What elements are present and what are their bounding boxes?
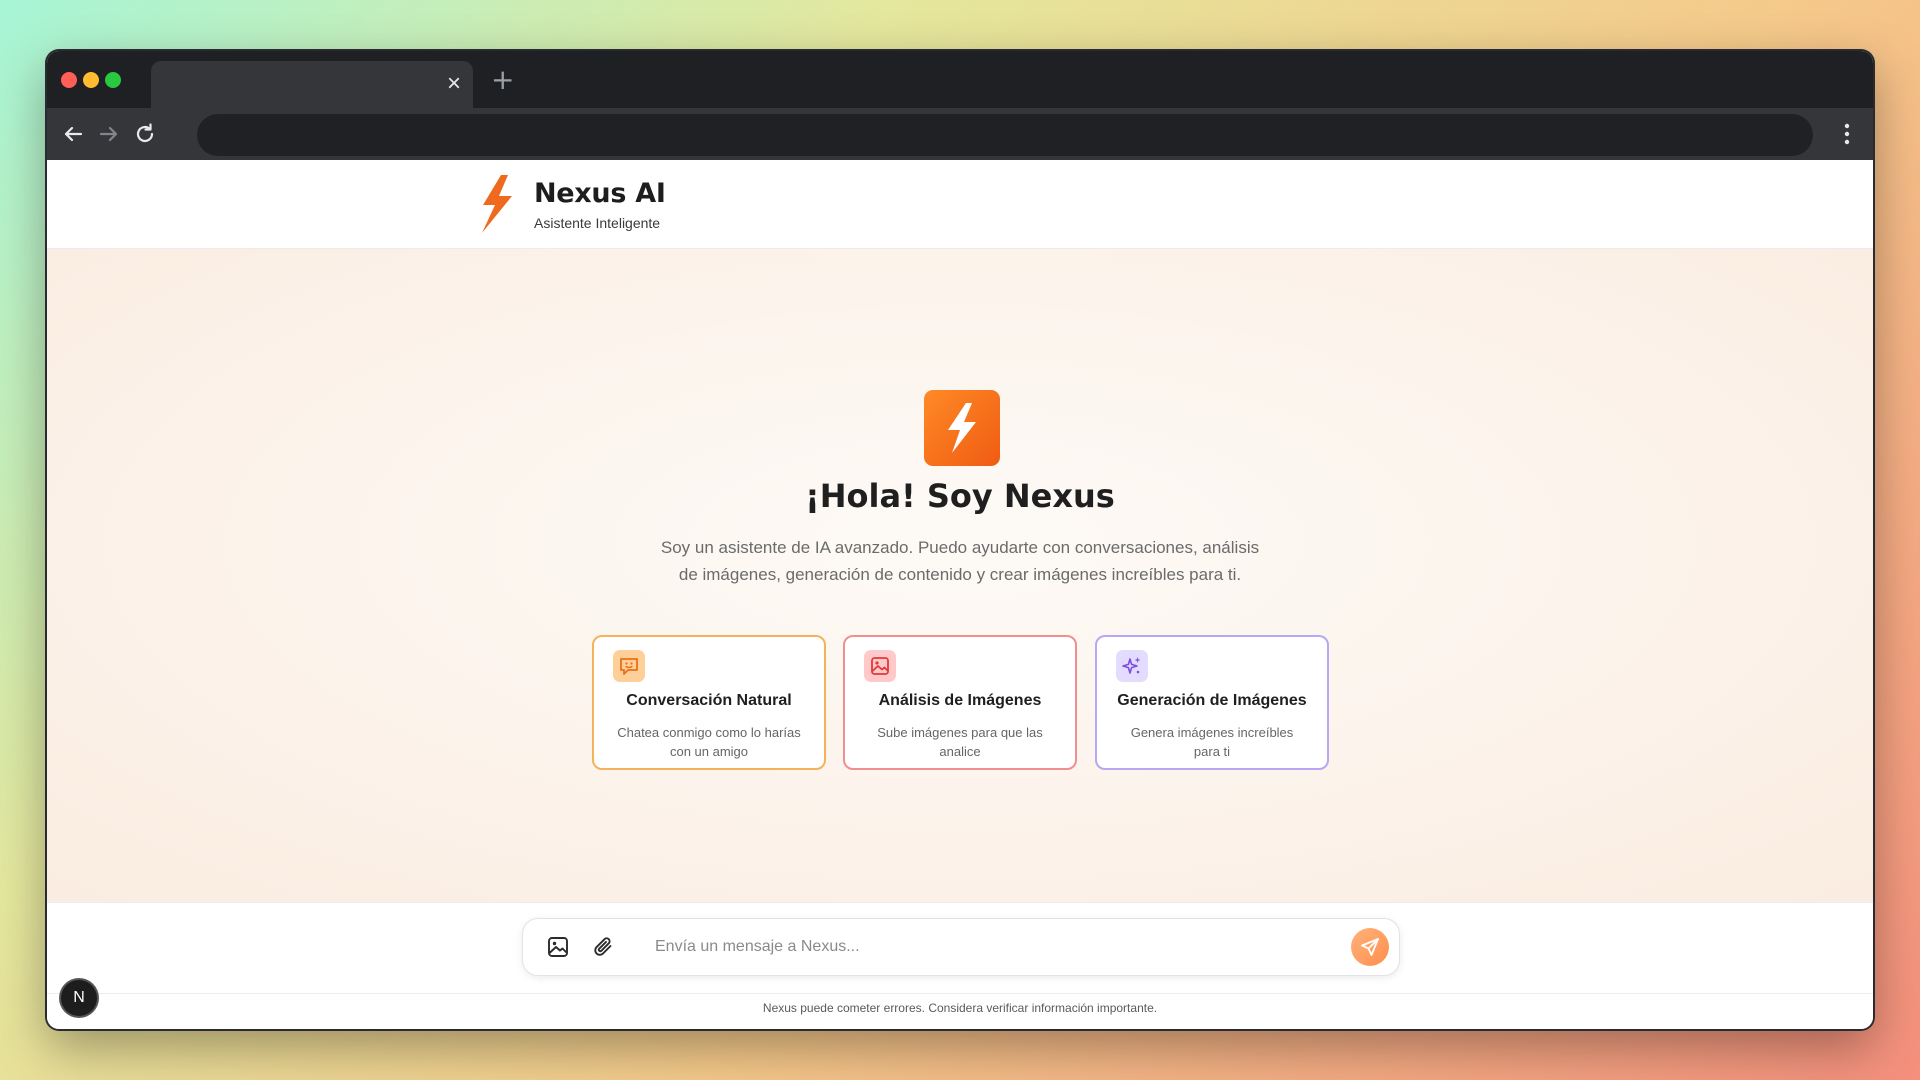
card-description: Genera imágenes increíbles para ti [1130,725,1294,759]
tab-close-button[interactable]: × [447,70,461,98]
reload-icon[interactable] [131,120,159,148]
browser-window: × + Nexus AI Asistente Inteligente ¡Hola… [47,51,1873,1029]
card-icon-box [1116,650,1148,682]
maximize-window-button[interactable] [105,72,121,88]
browser-tab-bar: × + [47,51,1873,108]
address-bar[interactable] [197,114,1813,156]
app-header: Nexus AI Asistente Inteligente [47,160,1873,249]
feature-card-image-analysis[interactable]: Análisis de Imágenes Sube imágenes para … [843,635,1077,770]
message-input[interactable] [653,931,1337,963]
card-icon-box [864,650,896,682]
card-title: Análisis de Imágenes [878,692,1042,709]
minimize-window-button[interactable] [83,72,99,88]
welcome-description: Soy un asistente de IA avanzado. Puedo a… [660,538,1260,584]
hero-logo [924,390,1000,466]
paperclip-icon[interactable] [591,934,617,960]
sparkles-icon [1122,657,1141,674]
message-input-box [522,918,1400,976]
browser-tab[interactable]: × [151,61,473,108]
disclaimer-text: Nexus puede cometer errores. Considera v… [762,1001,1158,1015]
send-icon [1361,938,1379,956]
chat-smile-icon [620,658,638,675]
lightning-logo-icon [482,175,512,233]
card-icon-box [613,650,645,682]
app-title: Nexus AI [534,178,666,209]
card-description: Sube imágenes para que las analice [877,725,1043,759]
image-icon [871,657,889,675]
card-title: Conversación Natural [626,692,792,709]
close-window-button[interactable] [61,72,77,88]
app-subtitle: Asistente Inteligente [534,215,661,231]
browser-menu-icon[interactable] [1843,120,1851,148]
forward-arrow-icon[interactable] [95,120,123,148]
browser-toolbar [47,108,1873,160]
back-arrow-icon[interactable] [59,120,87,148]
feature-card-image-generation[interactable]: Generación de Imágenes Genera imágenes i… [1095,635,1329,770]
card-title: Generación de Imágenes [1117,692,1307,709]
message-composer [47,902,1873,994]
image-upload-icon[interactable] [545,934,571,960]
page-content: Nexus AI Asistente Inteligente ¡Hola! So… [47,160,1873,1029]
card-description: Chatea conmigo como lo harías con un ami… [617,725,801,759]
user-avatar-badge[interactable]: N [61,980,97,1016]
send-button[interactable] [1351,928,1389,966]
welcome-title: ¡Hola! Soy Nexus [805,477,1115,515]
lightning-icon [948,403,976,453]
welcome-area: ¡Hola! Soy Nexus Soy un asistente de IA … [47,249,1873,902]
new-tab-button[interactable]: + [491,63,514,97]
feature-card-conversation[interactable]: Conversación Natural Chatea conmigo como… [592,635,826,770]
